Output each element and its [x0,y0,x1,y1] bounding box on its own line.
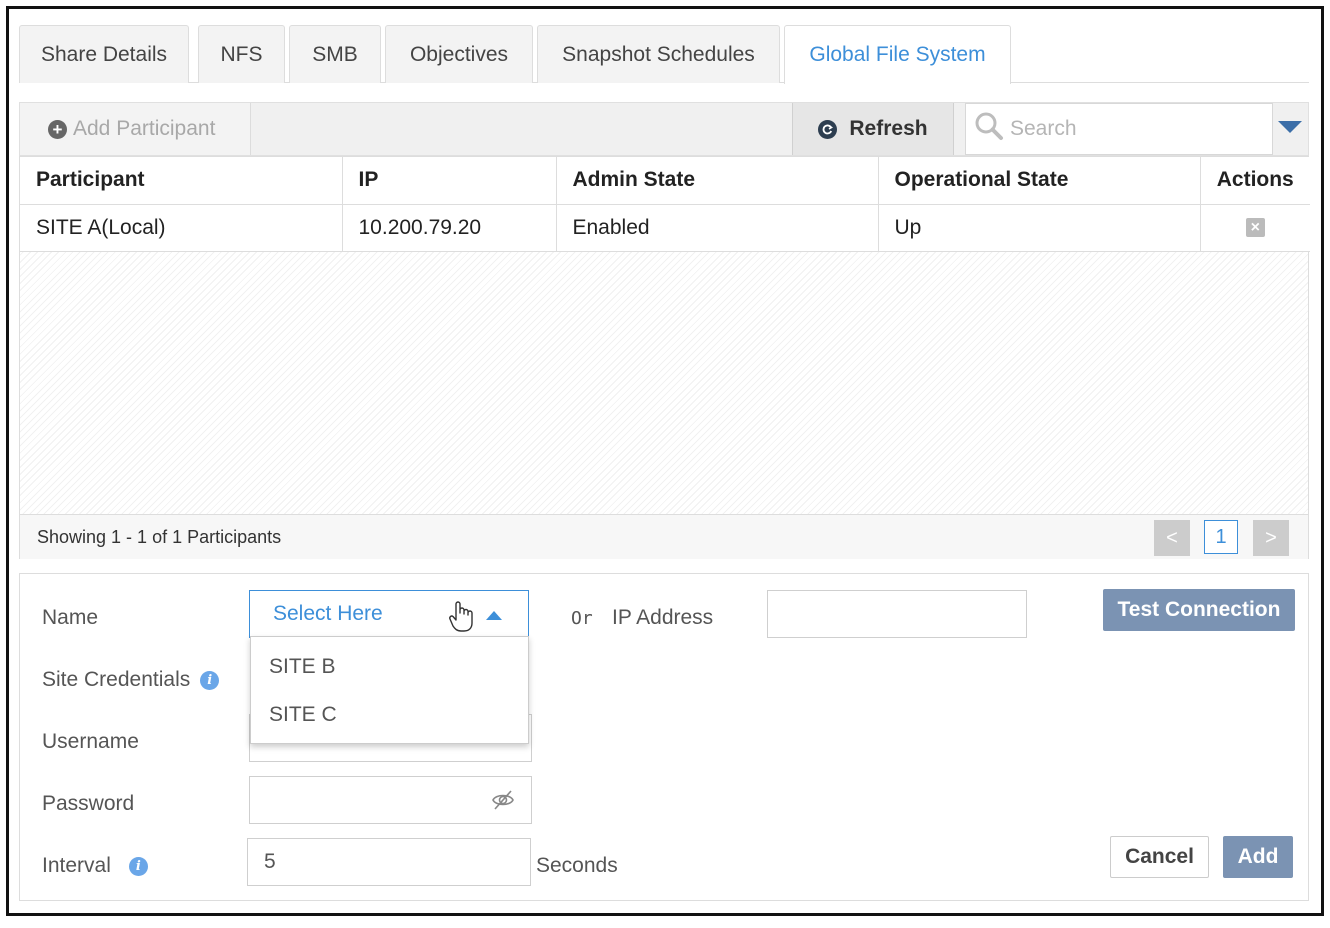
grid-toolbar: + Add Participant Refresh [19,102,1309,156]
grid-footer: Showing 1 - 1 of 1 Participants < 1 > [20,514,1308,559]
cell-participant: SITE A(Local) [20,204,343,252]
column-header-participant[interactable]: Participant [20,157,343,205]
interval-unit-label: Seconds [536,854,618,877]
name-options-dropdown: SITE B SITE C [250,636,529,744]
info-icon[interactable]: i [128,856,148,876]
cell-ip: 10.200.79.20 [342,204,557,252]
password-label: Password [42,792,135,815]
cell-admin-state: Enabled [556,204,879,252]
interval-label: Interval i [42,846,148,886]
ip-address-input[interactable] [767,590,1027,638]
chevron-up-icon [486,611,502,620]
cell-operational-state: Up [878,204,1201,252]
option-site-b[interactable]: SITE B [251,643,528,691]
column-header-ip[interactable]: IP [342,157,557,205]
search-box [965,103,1273,155]
participants-table: Participant IP Admin State Operational S… [19,156,1310,559]
site-credentials-label: Site Credentials i [42,660,220,700]
pagination-summary: Showing 1 - 1 of 1 Participants [37,526,282,547]
add-participant-form: Name Select Here SITE B SITE C Or IP Add… [19,573,1309,901]
or-label: Or [571,607,593,629]
refresh-button[interactable]: Refresh [792,103,954,155]
cancel-button[interactable]: Cancel [1110,836,1209,878]
add-participant-button[interactable]: + Add Participant [20,103,251,155]
column-header-admin-state[interactable]: Admin State [556,157,879,205]
test-connection-button[interactable]: Test Connection [1103,589,1295,631]
eye-slash-icon[interactable] [491,789,515,817]
interval-input[interactable]: 5 [247,838,531,886]
tab-bar: Share Details NFS SMB Objectives Snapsho… [19,25,1309,84]
info-icon[interactable]: i [200,670,220,690]
ip-address-label: IP Address [612,606,714,629]
column-header-actions: Actions [1200,157,1310,205]
hand-cursor-icon [448,599,474,640]
tab-global-file-system[interactable]: Global File System [784,25,1011,84]
add-button[interactable]: Add [1223,836,1293,878]
table-row[interactable]: SITE A(Local) 10.200.79.20 Enabled Up × [20,204,1310,252]
tab-smb[interactable]: SMB [289,25,381,83]
previous-page-button[interactable]: < [1154,520,1190,556]
close-box-icon[interactable]: × [1245,218,1265,238]
column-header-operational-state[interactable]: Operational State [878,157,1201,205]
page-number-button[interactable]: 1 [1204,520,1238,554]
chevron-down-icon[interactable] [1278,121,1302,133]
cell-actions: × [1200,204,1310,252]
tab-nfs[interactable]: NFS [198,25,285,83]
plus-circle-icon: + [48,119,67,139]
search-icon [974,111,1004,147]
tab-snapshot-schedules[interactable]: Snapshot Schedules [537,25,780,83]
table-header-row: Participant IP Admin State Operational S… [20,157,1310,205]
tab-share-details[interactable]: Share Details [19,25,189,83]
option-site-c[interactable]: SITE C [251,691,528,739]
username-label: Username [42,730,139,753]
tab-objectives[interactable]: Objectives [385,25,533,83]
search-input[interactable] [1010,117,1260,141]
refresh-icon [818,119,838,139]
name-label: Name [42,606,99,629]
next-page-button[interactable]: > [1253,520,1289,556]
password-field[interactable] [249,776,532,824]
name-select[interactable]: Select Here [249,590,529,638]
